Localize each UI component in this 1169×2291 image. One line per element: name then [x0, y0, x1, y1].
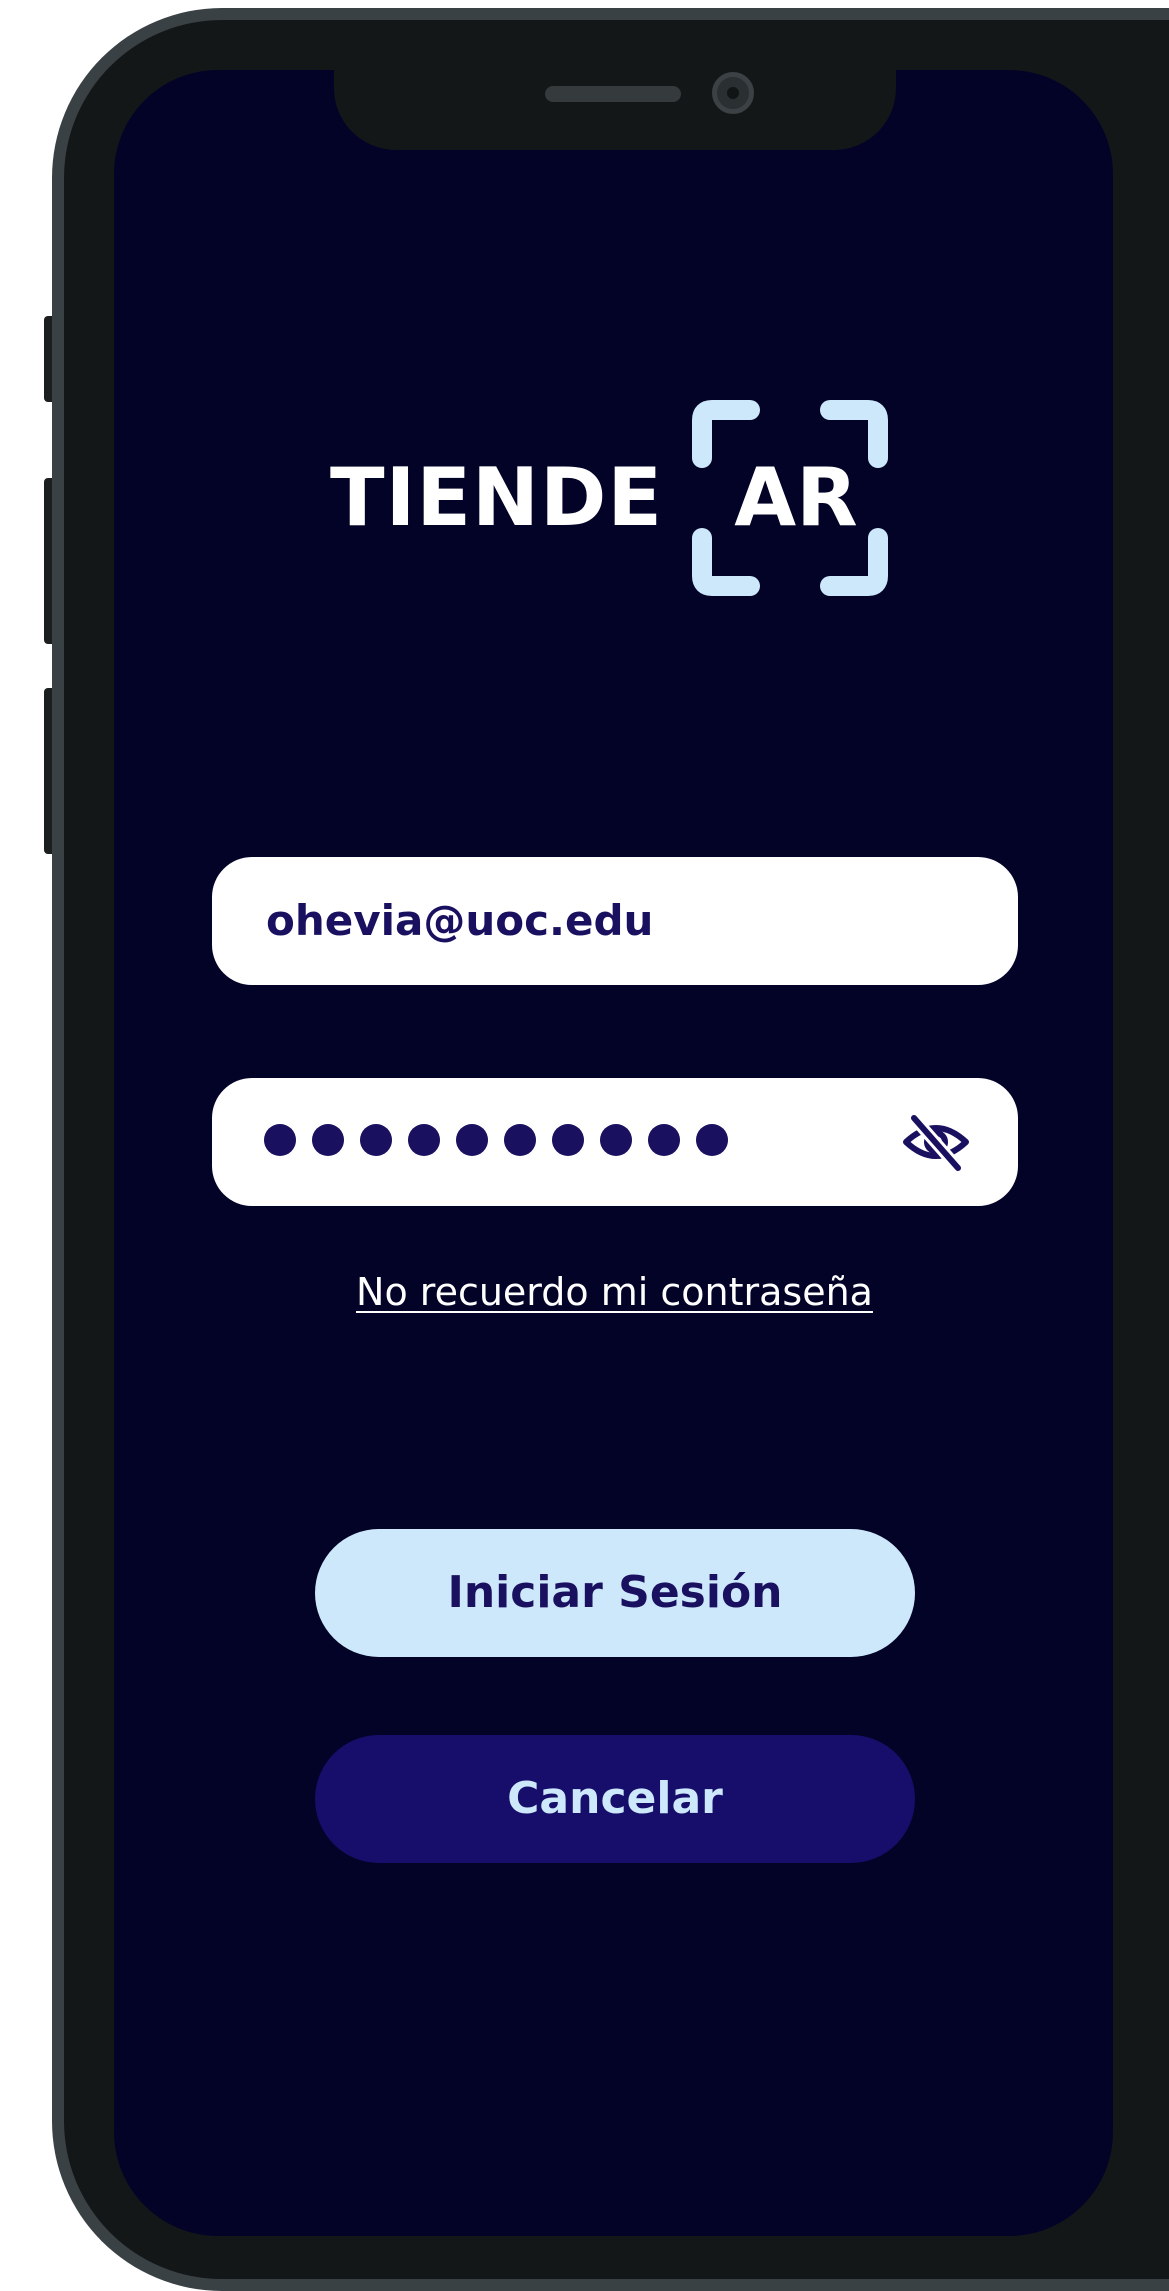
password-mask-dot — [456, 1124, 488, 1156]
password-mask-dot — [408, 1124, 440, 1156]
password-mask-dot — [600, 1124, 632, 1156]
password-field[interactable] — [212, 1078, 1018, 1206]
email-field[interactable]: ohevia@uoc.edu — [212, 857, 1018, 985]
logo-ar-text: AR — [734, 451, 858, 544]
app-logo: TIENDE AR — [330, 398, 890, 598]
speaker-grille — [545, 86, 681, 102]
cancel-button[interactable]: Cancelar — [315, 1735, 915, 1863]
password-mask-dot — [696, 1124, 728, 1156]
password-mask — [264, 1124, 728, 1156]
password-mask-dot — [264, 1124, 296, 1156]
front-camera — [712, 72, 754, 114]
password-mask-dot — [504, 1124, 536, 1156]
forgot-password-link[interactable]: No recuerdo mi contraseña — [0, 1270, 1169, 1314]
password-mask-dot — [360, 1124, 392, 1156]
eye-slash-icon[interactable] — [902, 1112, 970, 1172]
email-value: ohevia@uoc.edu — [266, 896, 654, 945]
logo-wordmark: TIENDE — [330, 451, 663, 544]
password-mask-dot — [312, 1124, 344, 1156]
notch — [334, 70, 896, 150]
password-mask-dot — [552, 1124, 584, 1156]
password-mask-dot — [648, 1124, 680, 1156]
login-button[interactable]: Iniciar Sesión — [315, 1529, 915, 1657]
